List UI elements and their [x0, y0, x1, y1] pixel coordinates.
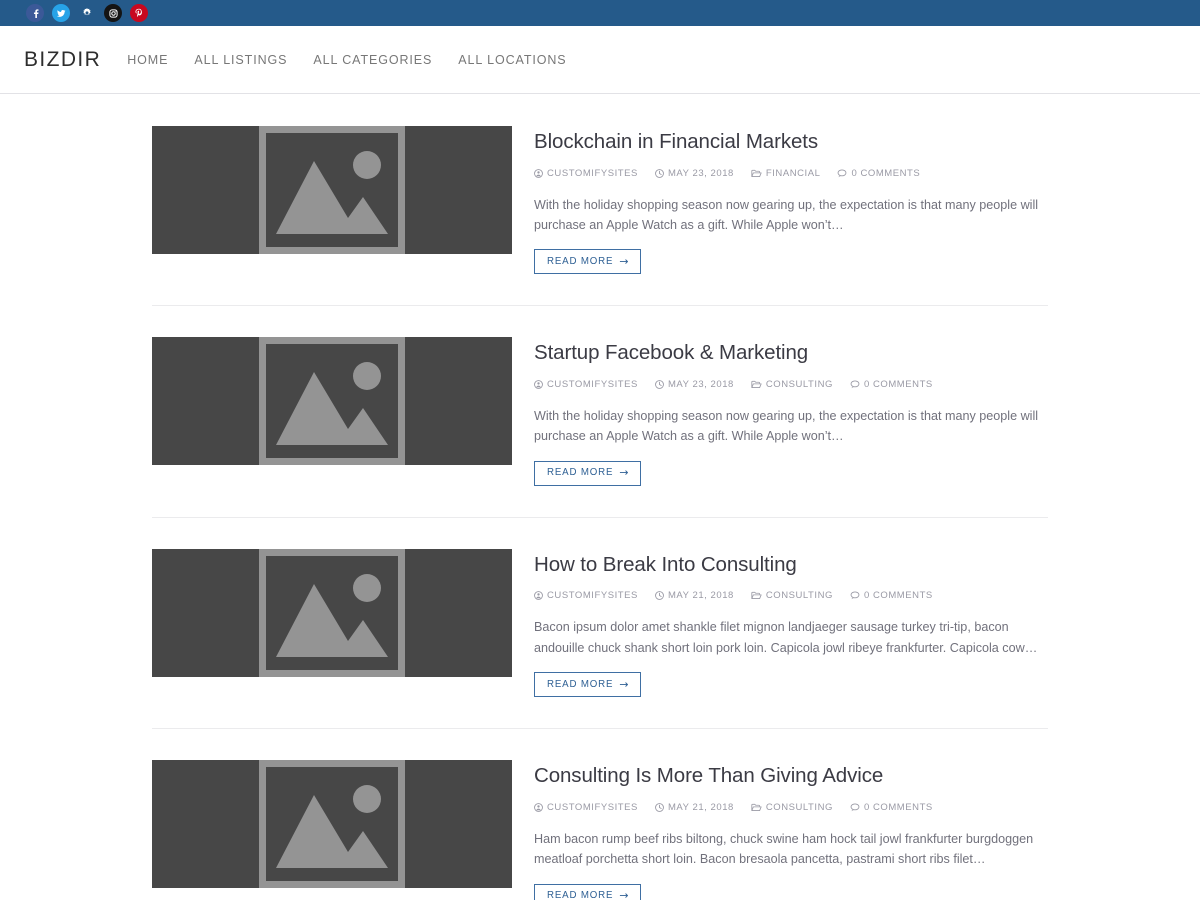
post-title[interactable]: How to Break Into Consulting [534, 553, 1048, 578]
social-topbar [0, 0, 1200, 26]
post-title[interactable]: Consulting Is More Than Giving Advice [534, 764, 1048, 789]
folder-open-icon [751, 803, 762, 811]
clock-icon [655, 380, 664, 389]
folder-open-icon [751, 592, 762, 600]
comment-icon [838, 169, 847, 177]
nav-item-home[interactable]: HOME [127, 53, 168, 67]
user-icon [534, 591, 543, 601]
post-list: Blockchain in Financial Markets CUSTOMIF… [152, 94, 1048, 900]
site-header: BIZDIR HOME ALL LISTINGS ALL CATEGORIES … [0, 26, 1200, 94]
user-icon [534, 168, 543, 178]
clock-icon [655, 802, 664, 812]
read-more-label: READ MORE [547, 256, 614, 268]
read-more-label: READ MORE [547, 678, 614, 690]
comment-icon [850, 380, 860, 389]
read-more-button[interactable]: READ MORE → [534, 460, 642, 486]
arrow-right-icon: → [619, 466, 630, 480]
post-body: Blockchain in Financial Markets CUSTOMIF… [512, 126, 1048, 275]
pinterest-icon[interactable] [130, 4, 148, 22]
post-meta: CUSTOMIFYSITES MAY 23, 2018 FINANCIAL 0 … [534, 168, 1048, 179]
post-date[interactable]: MAY 21, 2018 [655, 590, 734, 601]
post-item: How to Break Into Consulting CUSTOMIFYSI… [152, 518, 1048, 730]
post-meta: CUSTOMIFYSITES MAY 21, 2018 CONSULTING 0… [534, 590, 1048, 601]
clock-icon [655, 168, 664, 178]
arrow-right-icon: → [619, 677, 630, 691]
post-author[interactable]: CUSTOMIFYSITES [534, 168, 638, 179]
folder-open-icon [751, 380, 762, 388]
post-author-label: CUSTOMIFYSITES [547, 801, 638, 813]
post-excerpt: Bacon ipsum dolor amet shankle filet mig… [534, 620, 1038, 655]
read-more-label: READ MORE [547, 467, 614, 479]
post-date[interactable]: MAY 23, 2018 [655, 379, 734, 390]
post-thumbnail[interactable] [152, 337, 512, 466]
post-meta: CUSTOMIFYSITES MAY 21, 2018 CONSULTING 0… [534, 802, 1048, 813]
post-category[interactable]: CONSULTING [751, 590, 833, 601]
read-more-button[interactable]: READ MORE → [534, 672, 642, 698]
post-item: Consulting Is More Than Giving Advice CU… [152, 729, 1048, 900]
post-author[interactable]: CUSTOMIFYSITES [534, 590, 638, 601]
post-author[interactable]: CUSTOMIFYSITES [534, 379, 638, 390]
post-category[interactable]: CONSULTING [751, 802, 833, 813]
post-body: Consulting Is More Than Giving Advice CU… [512, 760, 1048, 900]
user-icon [534, 380, 543, 389]
facebook-icon[interactable] [26, 4, 44, 22]
post-comments-label: 0 COMMENTS [851, 167, 921, 179]
twitter-icon[interactable] [52, 4, 70, 22]
post-author-label: CUSTOMIFYSITES [547, 167, 638, 179]
post-thumbnail[interactable] [152, 126, 512, 254]
post-date-label: MAY 23, 2018 [667, 378, 734, 390]
folder-open-icon [751, 169, 762, 177]
post-thumbnail[interactable] [152, 760, 512, 889]
post-excerpt: Ham bacon rump beef ribs biltong, chuck … [534, 831, 1034, 867]
nav-item-all-locations[interactable]: ALL LOCATIONS [458, 53, 566, 67]
nav-item-all-listings[interactable]: ALL LISTINGS [194, 53, 287, 67]
post-item: Blockchain in Financial Markets CUSTOMIF… [152, 126, 1048, 307]
nav-item-all-categories[interactable]: ALL CATEGORIES [313, 53, 432, 67]
post-category-label: CONSULTING [765, 801, 833, 813]
read-more-label: READ MORE [547, 890, 614, 900]
post-title[interactable]: Blockchain in Financial Markets [534, 130, 1048, 155]
post-category[interactable]: FINANCIAL [751, 168, 821, 179]
post-author-label: CUSTOMIFYSITES [547, 590, 638, 602]
arrow-right-icon: → [619, 254, 630, 268]
post-comments-label: 0 COMMENTS [863, 590, 933, 602]
read-more-button[interactable]: READ MORE → [534, 883, 642, 900]
post-thumbnail[interactable] [152, 548, 512, 677]
post-date[interactable]: MAY 21, 2018 [655, 802, 734, 813]
post-category-label: CONSULTING [765, 590, 833, 602]
arrow-right-icon: → [619, 889, 630, 900]
post-comments-label: 0 COMMENTS [863, 801, 933, 813]
post-item: Startup Facebook & Marketing CUSTOMIFYSI… [152, 306, 1048, 518]
post-title[interactable]: Startup Facebook & Marketing [534, 341, 1048, 366]
read-more-button[interactable]: READ MORE → [534, 249, 642, 275]
main-navigation: HOME ALL LISTINGS ALL CATEGORIES ALL LOC… [127, 53, 566, 67]
post-comments[interactable]: 0 COMMENTS [837, 168, 920, 179]
post-comments[interactable]: 0 COMMENTS [850, 590, 933, 601]
post-author-label: CUSTOMIFYSITES [547, 378, 638, 390]
post-excerpt: With the holiday shopping season now gea… [534, 408, 1039, 444]
post-excerpt: With the holiday shopping season now gea… [534, 197, 1039, 232]
post-body: How to Break Into Consulting CUSTOMIFYSI… [512, 549, 1048, 698]
site-logo[interactable]: BIZDIR [24, 48, 101, 72]
clock-icon [655, 591, 664, 601]
post-category-label: CONSULTING [765, 378, 833, 390]
post-date-label: MAY 23, 2018 [667, 167, 734, 179]
post-comments[interactable]: 0 COMMENTS [850, 802, 933, 813]
post-comments-label: 0 COMMENTS [863, 378, 933, 390]
instagram-icon[interactable] [104, 4, 122, 22]
post-category-label: FINANCIAL [765, 167, 821, 179]
post-comments[interactable]: 0 COMMENTS [850, 379, 933, 390]
comment-icon [850, 591, 860, 600]
post-date-label: MAY 21, 2018 [667, 590, 734, 602]
post-body: Startup Facebook & Marketing CUSTOMIFYSI… [512, 337, 1048, 486]
comment-icon [850, 803, 860, 811]
post-category[interactable]: CONSULTING [751, 379, 833, 390]
post-date-label: MAY 21, 2018 [667, 801, 734, 813]
post-date[interactable]: MAY 23, 2018 [655, 168, 734, 179]
post-meta: CUSTOMIFYSITES MAY 23, 2018 CONSULTING 0… [534, 379, 1048, 390]
gear-icon[interactable] [78, 4, 96, 22]
post-author[interactable]: CUSTOMIFYSITES [534, 802, 638, 813]
user-icon [534, 802, 543, 812]
